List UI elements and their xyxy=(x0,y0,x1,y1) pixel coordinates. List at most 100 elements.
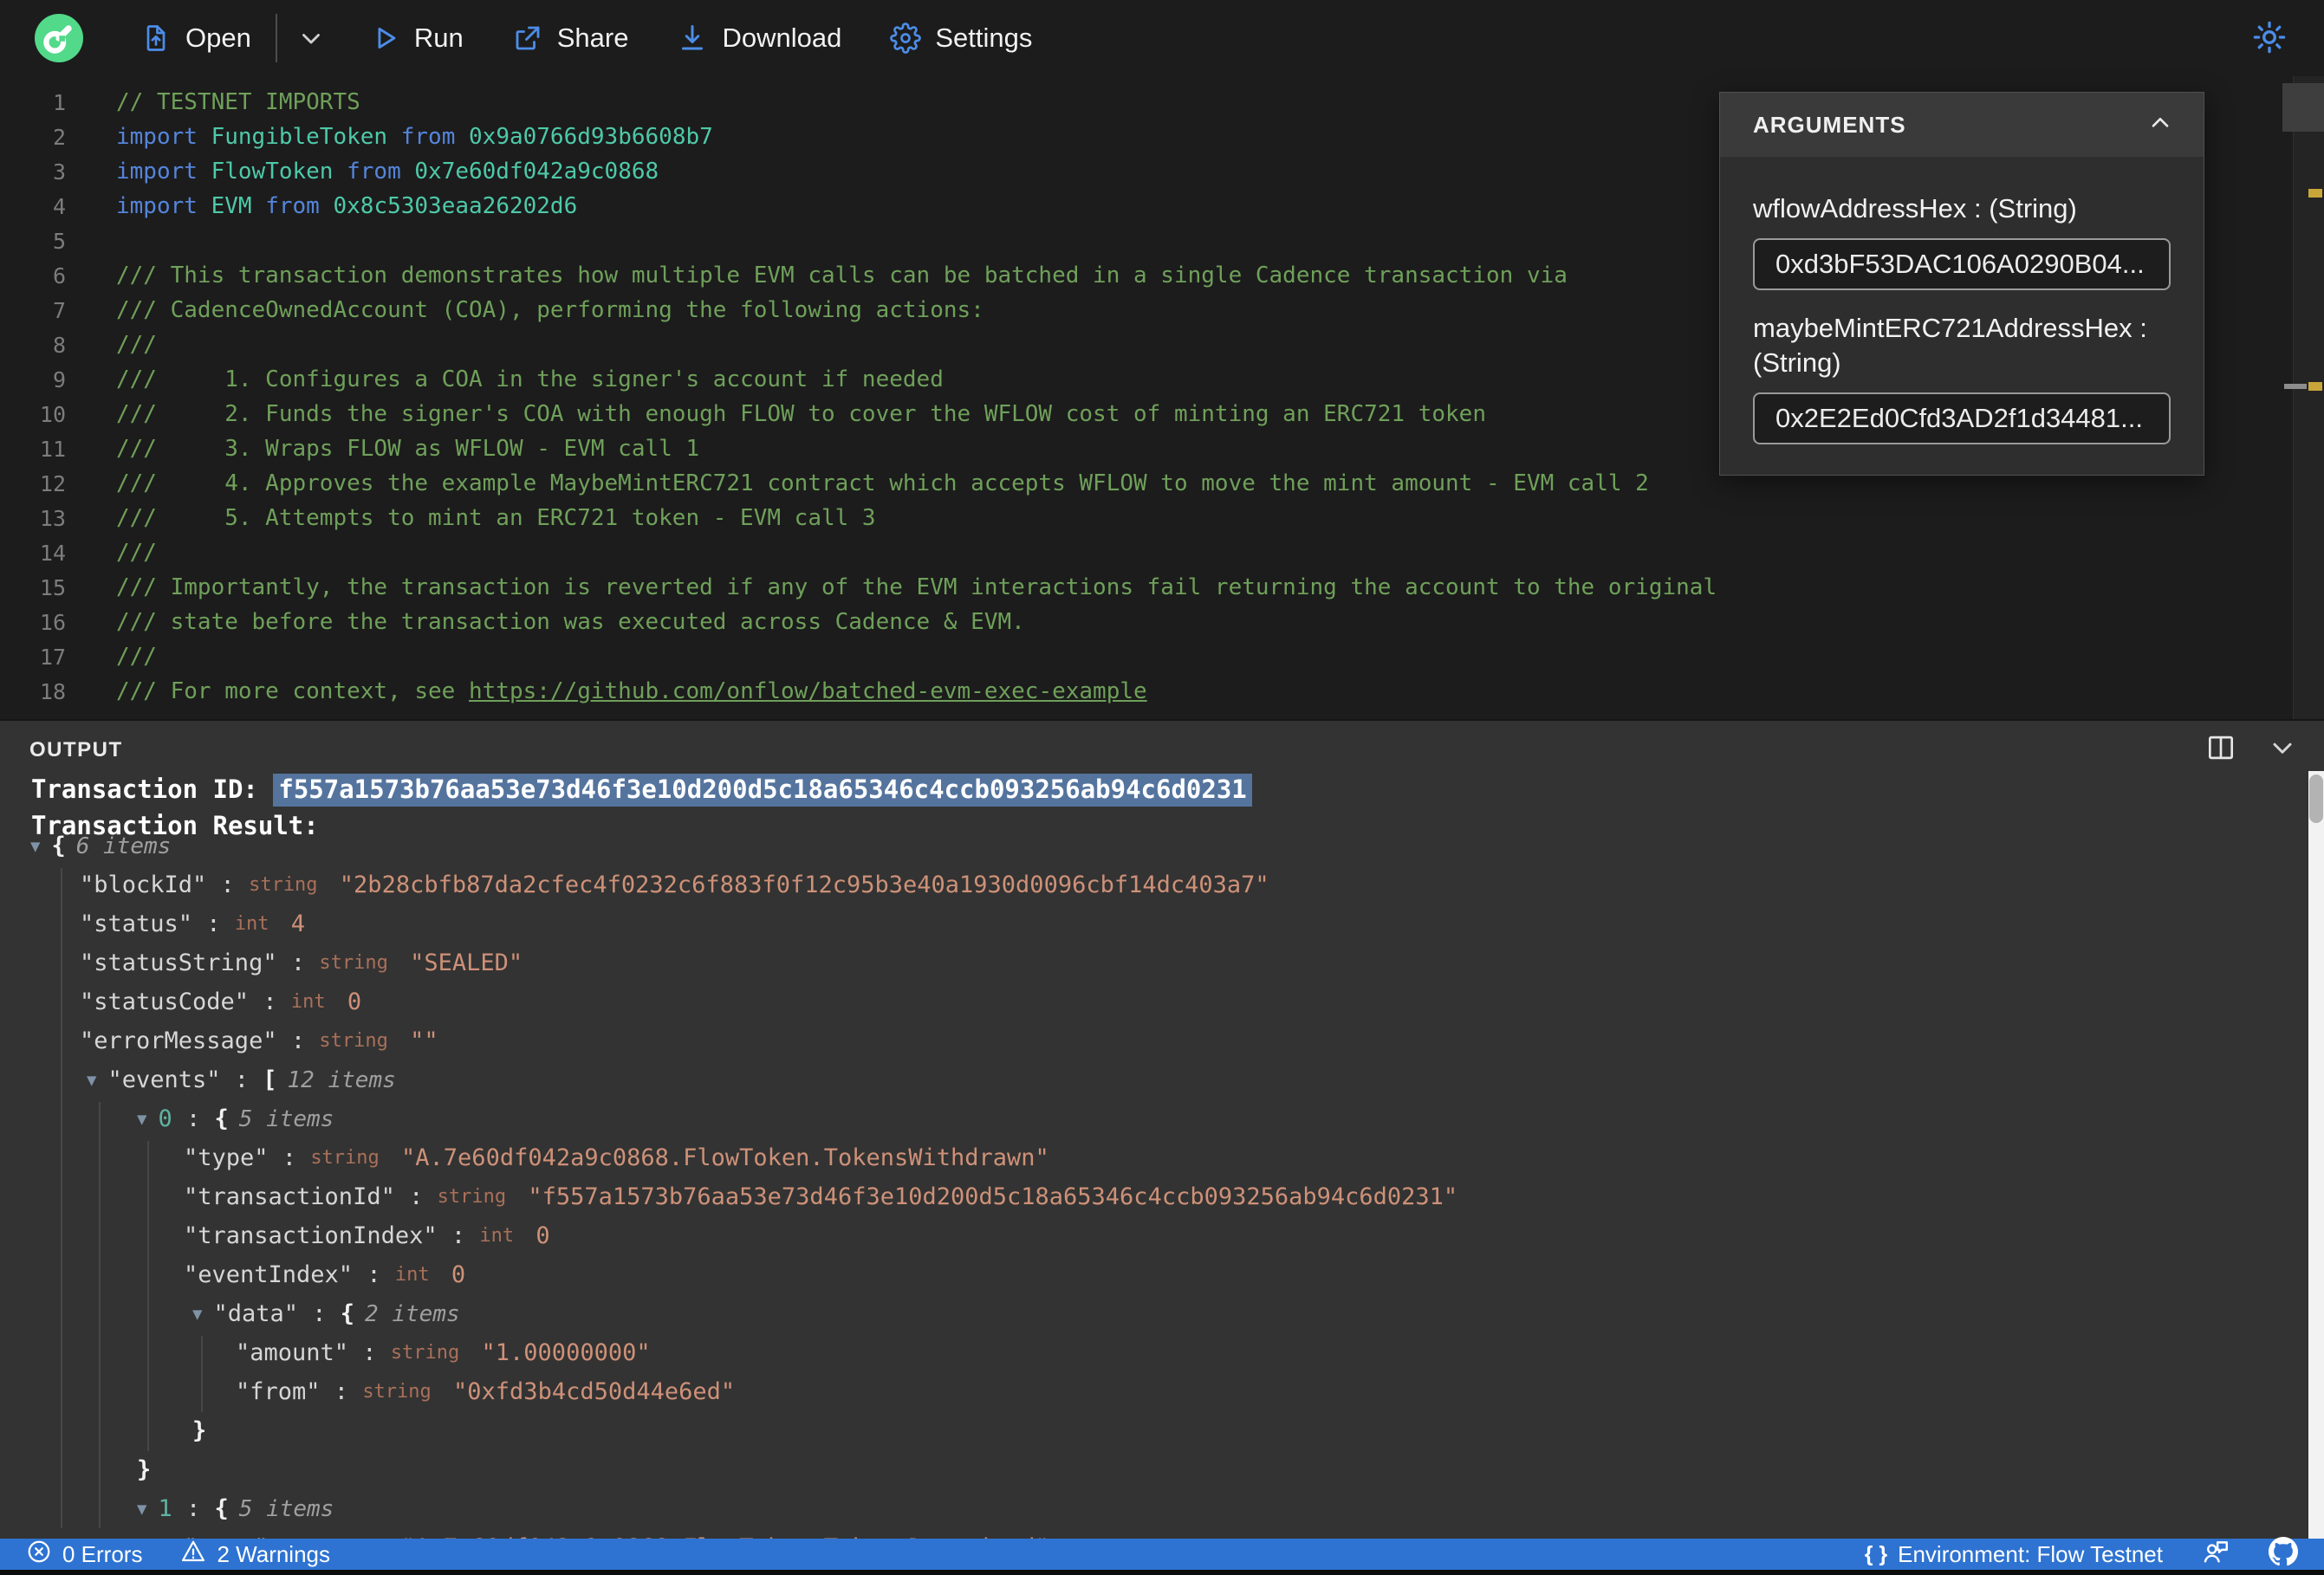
output-scrollbar[interactable] xyxy=(2308,771,2324,1540)
output-token-brace: } xyxy=(192,1417,207,1444)
argument-input-maybemint[interactable] xyxy=(1753,392,2171,444)
arguments-panel-header[interactable]: ARGUMENTS xyxy=(1720,93,2204,157)
output-token-str: "1.00000000" xyxy=(481,1339,651,1366)
output-title: OUTPUT xyxy=(29,738,123,762)
output-row: "status" : int 4 xyxy=(0,904,2289,943)
braces-icon: { } xyxy=(1864,1541,1888,1566)
run-play-icon xyxy=(371,23,400,53)
expand-triangle-icon[interactable]: ▼ xyxy=(137,1110,146,1129)
status-bar: 0 Errors 2 Warnings { } Environment: Flo… xyxy=(0,1536,2324,1572)
transaction-id-value-selected: f557a1573b76aa53e73d46f3e10d200d5c18a653… xyxy=(273,774,1252,807)
output-token-str: "SEALED" xyxy=(410,950,523,976)
argument-input-wflow[interactable] xyxy=(1753,238,2171,290)
open-button[interactable]: Open xyxy=(140,23,251,54)
code-segment: 0x9a0766d93b6608b7 xyxy=(455,124,713,150)
download-label: Download xyxy=(722,23,842,53)
expand-triangle-icon[interactable]: ▼ xyxy=(87,1071,96,1090)
line-number: 3 xyxy=(52,159,66,185)
output-token-type: string xyxy=(249,874,329,896)
output-token-key: "transactionIndex" : xyxy=(184,1222,480,1249)
environment-status[interactable]: { } Environment: Flow Testnet xyxy=(1865,1541,2163,1568)
share-button[interactable]: Share xyxy=(512,23,628,54)
output-token-key: "eventIndex" : xyxy=(184,1261,395,1288)
arguments-title: ARGUMENTS xyxy=(1753,111,1906,138)
errors-status[interactable]: 0 Errors xyxy=(26,1539,142,1571)
flow-logo-glyph xyxy=(43,25,72,54)
output-row: "from" : string "0xfd3b4cd50d44e6ed" xyxy=(0,1372,2289,1411)
collapse-output-chevron-icon[interactable] xyxy=(2267,732,2298,768)
warnings-label: 2 Warnings xyxy=(217,1540,331,1567)
output-scrollbar-thumb[interactable] xyxy=(2309,775,2323,823)
output-header-icons xyxy=(2204,731,2298,768)
output-token-items: 5 items xyxy=(238,1105,334,1132)
run-button[interactable]: Run xyxy=(371,23,464,54)
argument-label-wflow: wflowAddressHex : (String) xyxy=(1753,193,2077,224)
code-text: /// state before the transaction was exe… xyxy=(116,609,1025,635)
code-segment: /// 5. Attempts to mint an ERC721 token … xyxy=(116,505,876,531)
code-line: 17 /// xyxy=(0,639,2324,674)
expand-triangle-icon[interactable]: ▼ xyxy=(192,1305,202,1324)
code-segment: // TESTNET IMPORTS xyxy=(116,89,360,115)
code-link[interactable]: https://github.com/onflow/batched-evm-ex… xyxy=(469,678,1147,704)
output-token-str: "" xyxy=(410,1027,438,1054)
expand-triangle-icon[interactable]: ▼ xyxy=(137,1500,146,1519)
warning-mark-2 xyxy=(2308,382,2322,391)
code-segment: /// This transaction demonstrates how mu… xyxy=(116,262,1568,288)
code-segment: /// state before the transaction was exe… xyxy=(116,609,1025,635)
output-row: ▼ {6 items xyxy=(0,826,2289,865)
indent-guide xyxy=(61,868,62,1528)
expand-triangle-icon[interactable]: ▼ xyxy=(30,837,40,856)
code-segment: /// 1. Configures a COA in the signer's … xyxy=(116,366,944,392)
theme-toggle-sun-icon[interactable] xyxy=(2251,19,2288,60)
output-row: ▼ 0 : {5 items xyxy=(0,1099,2289,1138)
github-button[interactable] xyxy=(2269,1536,2298,1572)
download-button[interactable]: Download xyxy=(677,23,841,54)
output-token-key: "events" : xyxy=(107,1066,263,1093)
output-token-key: "blockId" : xyxy=(80,872,250,898)
arguments-panel-body: wflowAddressHex : (String) maybeMintERC7… xyxy=(1720,157,2204,453)
feedback-person-icon xyxy=(2201,1537,2230,1572)
indent-guide xyxy=(99,1102,101,1528)
output-token-key: "transactionId" : xyxy=(184,1183,438,1210)
code-line: 18 /// For more context, see https://gith… xyxy=(0,674,2324,709)
open-dropdown-chevron[interactable] xyxy=(296,23,326,53)
output-token-type: int xyxy=(394,1264,441,1286)
output-token-key: "type" : xyxy=(184,1144,311,1171)
output-row: "statusString" : string "SEALED" xyxy=(0,943,2289,982)
indent-guide xyxy=(147,1141,149,1451)
open-label: Open xyxy=(185,23,251,53)
output-token-str: 0 xyxy=(451,1261,466,1288)
output-row: "transactionId" : string "f557a1573b76aa… xyxy=(0,1177,2289,1216)
line-number: 9 xyxy=(52,366,66,392)
code-line: 13 /// 5. Attempts to mint an ERC721 toke… xyxy=(0,501,2324,535)
transaction-result-tree[interactable]: ▼ {6 items "blockId" : string "2b28cbfb87d… xyxy=(0,826,2289,1567)
code-segment: EVM xyxy=(197,193,266,219)
output-token-type: string xyxy=(362,1381,444,1403)
line-number: 11 xyxy=(39,436,66,462)
code-text: // TESTNET IMPORTS xyxy=(116,89,360,115)
transaction-id-label: Transaction ID: xyxy=(31,775,274,804)
code-segment: 0x8c5303eaa26202d6 xyxy=(319,193,578,219)
settings-button[interactable]: Settings xyxy=(890,23,1032,54)
chevron-up-icon[interactable] xyxy=(2146,109,2174,141)
code-segment: from xyxy=(265,193,320,219)
ruler-position-mark xyxy=(2284,384,2307,389)
code-segment: import xyxy=(116,193,198,219)
warnings-status[interactable]: 2 Warnings xyxy=(180,1539,330,1571)
split-panel-icon[interactable] xyxy=(2204,731,2237,768)
code-text: /// For more context, see https://github… xyxy=(116,678,1147,704)
output-token-key: "errorMessage" : xyxy=(80,1027,320,1054)
code-segment: /// 3. Wraps FLOW as WFLOW - EVM call 1 xyxy=(116,436,700,462)
line-number: 1 xyxy=(52,89,66,115)
code-line: 14 /// xyxy=(0,535,2324,570)
editor-scrollbar[interactable] xyxy=(2282,76,2324,719)
feedback-button[interactable] xyxy=(2201,1537,2230,1572)
output-token-items: 5 items xyxy=(238,1495,334,1522)
github-icon xyxy=(2269,1536,2298,1572)
code-segment: from xyxy=(400,124,456,150)
code-text: /// 3. Wraps FLOW as WFLOW - EVM call 1 xyxy=(116,436,699,462)
output-token-type: string xyxy=(319,1030,400,1052)
code-text: /// 1. Configures a COA in the signer's … xyxy=(116,366,944,392)
editor-scrollbar-thumb[interactable] xyxy=(2282,83,2324,132)
code-segment: /// xyxy=(116,332,157,358)
